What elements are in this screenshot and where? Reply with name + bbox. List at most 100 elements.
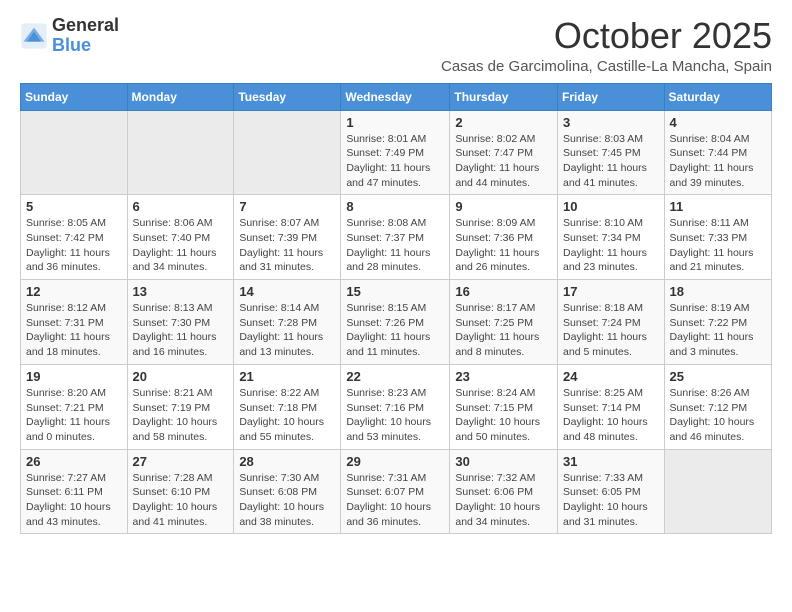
logo-general: General (52, 15, 119, 35)
day-info: Sunrise: 8:20 AM Sunset: 7:21 PM Dayligh… (26, 386, 122, 445)
day-number: 20 (133, 369, 229, 384)
day-cell: 20 Sunrise: 8:21 AM Sunset: 7:19 PM Dayli… (127, 364, 234, 449)
day-cell: 2 Sunrise: 8:02 AM Sunset: 7:47 PM Daylig… (450, 110, 558, 195)
day-number: 2 (455, 115, 552, 130)
day-info: Sunrise: 8:25 AM Sunset: 7:14 PM Dayligh… (563, 386, 659, 445)
day-cell: 27Sunrise: 7:28 AM Sunset: 6:10 PM Dayli… (127, 449, 234, 534)
day-number: 15 (346, 284, 444, 299)
day-info: Sunrise: 8:24 AM Sunset: 7:15 PM Dayligh… (455, 386, 552, 445)
day-info: Sunrise: 7:27 AM Sunset: 6:11 PM Dayligh… (26, 471, 122, 530)
day-cell: 25 Sunrise: 8:26 AM Sunset: 7:12 PM Dayli… (664, 364, 771, 449)
day-cell: 31 Sunrise: 7:33 AM Sunset: 6:05 PM Dayli… (558, 449, 665, 534)
day-number: 7 (239, 199, 335, 214)
logo-blue: Blue (52, 35, 91, 55)
day-info: Sunrise: 8:11 AM Sunset: 7:33 PM Dayligh… (670, 216, 766, 275)
day-info: Sunrise: 8:17 AM Sunset: 7:25 PM Dayligh… (455, 301, 552, 360)
day-info: Sunrise: 8:22 AM Sunset: 7:18 PM Dayligh… (239, 386, 335, 445)
day-cell (664, 449, 771, 534)
day-cell: 11Sunrise: 8:11 AM Sunset: 7:33 PM Dayli… (664, 195, 771, 280)
day-cell: 23 Sunrise: 8:24 AM Sunset: 7:15 PM Dayli… (450, 364, 558, 449)
day-cell: 12 Sunrise: 8:12 AM Sunset: 7:31 PM Dayli… (21, 280, 128, 365)
day-info: Sunrise: 8:01 AM Sunset: 7:49 PM Dayligh… (346, 132, 444, 191)
day-cell: 28 Sunrise: 7:30 AM Sunset: 6:08 PM Dayli… (234, 449, 341, 534)
page-container: General Blue October 2025 Casas de Garci… (0, 0, 792, 544)
day-number: 16 (455, 284, 552, 299)
day-cell (234, 110, 341, 195)
day-info: Sunrise: 8:21 AM Sunset: 7:19 PM Dayligh… (133, 386, 229, 445)
day-cell: 19 Sunrise: 8:20 AM Sunset: 7:21 PM Dayli… (21, 364, 128, 449)
week-row-5: 26Sunrise: 7:27 AM Sunset: 6:11 PM Dayli… (21, 449, 772, 534)
day-info: Sunrise: 8:12 AM Sunset: 7:31 PM Dayligh… (26, 301, 122, 360)
day-number: 17 (563, 284, 659, 299)
day-number: 1 (346, 115, 444, 130)
day-number: 25 (670, 369, 766, 384)
day-number: 12 (26, 284, 122, 299)
day-number: 3 (563, 115, 659, 130)
day-number: 23 (455, 369, 552, 384)
day-info: Sunrise: 8:26 AM Sunset: 7:12 PM Dayligh… (670, 386, 766, 445)
day-info: Sunrise: 8:13 AM Sunset: 7:30 PM Dayligh… (133, 301, 229, 360)
day-number: 19 (26, 369, 122, 384)
day-info: Sunrise: 8:23 AM Sunset: 7:16 PM Dayligh… (346, 386, 444, 445)
col-thursday: Thursday (450, 83, 558, 110)
week-row-3: 12 Sunrise: 8:12 AM Sunset: 7:31 PM Dayli… (21, 280, 772, 365)
day-number: 5 (26, 199, 122, 214)
col-saturday: Saturday (664, 83, 771, 110)
day-cell: 26Sunrise: 7:27 AM Sunset: 6:11 PM Dayli… (21, 449, 128, 534)
day-number: 24 (563, 369, 659, 384)
day-cell: 3Sunrise: 8:03 AM Sunset: 7:45 PM Daylig… (558, 110, 665, 195)
day-number: 9 (455, 199, 552, 214)
day-number: 28 (239, 454, 335, 469)
day-number: 31 (563, 454, 659, 469)
day-info: Sunrise: 8:15 AM Sunset: 7:26 PM Dayligh… (346, 301, 444, 360)
day-number: 14 (239, 284, 335, 299)
day-info: Sunrise: 7:32 AM Sunset: 6:06 PM Dayligh… (455, 471, 552, 530)
day-number: 10 (563, 199, 659, 214)
day-number: 8 (346, 199, 444, 214)
day-cell (127, 110, 234, 195)
day-info: Sunrise: 7:30 AM Sunset: 6:08 PM Dayligh… (239, 471, 335, 530)
day-cell: 21 Sunrise: 8:22 AM Sunset: 7:18 PM Dayli… (234, 364, 341, 449)
col-friday: Friday (558, 83, 665, 110)
calendar-body: 1 Sunrise: 8:01 AM Sunset: 7:49 PM Daylig… (21, 110, 772, 534)
day-info: Sunrise: 8:07 AM Sunset: 7:39 PM Dayligh… (239, 216, 335, 275)
day-cell: 8 Sunrise: 8:08 AM Sunset: 7:37 PM Daylig… (341, 195, 450, 280)
day-info: Sunrise: 8:02 AM Sunset: 7:47 PM Dayligh… (455, 132, 552, 191)
day-cell: 18Sunrise: 8:19 AM Sunset: 7:22 PM Dayli… (664, 280, 771, 365)
day-info: Sunrise: 8:04 AM Sunset: 7:44 PM Dayligh… (670, 132, 766, 191)
day-cell: 14 Sunrise: 8:14 AM Sunset: 7:28 PM Dayli… (234, 280, 341, 365)
week-row-4: 19 Sunrise: 8:20 AM Sunset: 7:21 PM Dayli… (21, 364, 772, 449)
day-cell: 4 Sunrise: 8:04 AM Sunset: 7:44 PM Daylig… (664, 110, 771, 195)
day-cell: 17Sunrise: 8:18 AM Sunset: 7:24 PM Dayli… (558, 280, 665, 365)
day-info: Sunrise: 8:08 AM Sunset: 7:37 PM Dayligh… (346, 216, 444, 275)
day-number: 21 (239, 369, 335, 384)
calendar-header: Sunday Monday Tuesday Wednesday Thursday… (21, 83, 772, 110)
day-cell: 5Sunrise: 8:05 AM Sunset: 7:42 PM Daylig… (21, 195, 128, 280)
header: General Blue October 2025 Casas de Garci… (20, 16, 772, 75)
day-number: 4 (670, 115, 766, 130)
day-cell: 30Sunrise: 7:32 AM Sunset: 6:06 PM Dayli… (450, 449, 558, 534)
day-info: Sunrise: 8:10 AM Sunset: 7:34 PM Dayligh… (563, 216, 659, 275)
day-cell: 9Sunrise: 8:09 AM Sunset: 7:36 PM Daylig… (450, 195, 558, 280)
day-cell (21, 110, 128, 195)
logo-text: General Blue (52, 16, 119, 56)
day-cell: 16 Sunrise: 8:17 AM Sunset: 7:25 PM Dayli… (450, 280, 558, 365)
day-info: Sunrise: 7:31 AM Sunset: 6:07 PM Dayligh… (346, 471, 444, 530)
col-sunday: Sunday (21, 83, 128, 110)
month-title: October 2025 (441, 16, 772, 56)
week-row-1: 1 Sunrise: 8:01 AM Sunset: 7:49 PM Daylig… (21, 110, 772, 195)
logo-icon (20, 22, 48, 50)
day-cell: 1 Sunrise: 8:01 AM Sunset: 7:49 PM Daylig… (341, 110, 450, 195)
day-cell: 10 Sunrise: 8:10 AM Sunset: 7:34 PM Dayli… (558, 195, 665, 280)
col-wednesday: Wednesday (341, 83, 450, 110)
day-cell: 22Sunrise: 8:23 AM Sunset: 7:16 PM Dayli… (341, 364, 450, 449)
day-info: Sunrise: 8:19 AM Sunset: 7:22 PM Dayligh… (670, 301, 766, 360)
day-number: 6 (133, 199, 229, 214)
day-info: Sunrise: 8:14 AM Sunset: 7:28 PM Dayligh… (239, 301, 335, 360)
day-info: Sunrise: 7:33 AM Sunset: 6:05 PM Dayligh… (563, 471, 659, 530)
location: Casas de Garcimolina, Castille-La Mancha… (441, 58, 772, 75)
day-cell: 13Sunrise: 8:13 AM Sunset: 7:30 PM Dayli… (127, 280, 234, 365)
day-cell: 7 Sunrise: 8:07 AM Sunset: 7:39 PM Daylig… (234, 195, 341, 280)
day-number: 29 (346, 454, 444, 469)
col-monday: Monday (127, 83, 234, 110)
